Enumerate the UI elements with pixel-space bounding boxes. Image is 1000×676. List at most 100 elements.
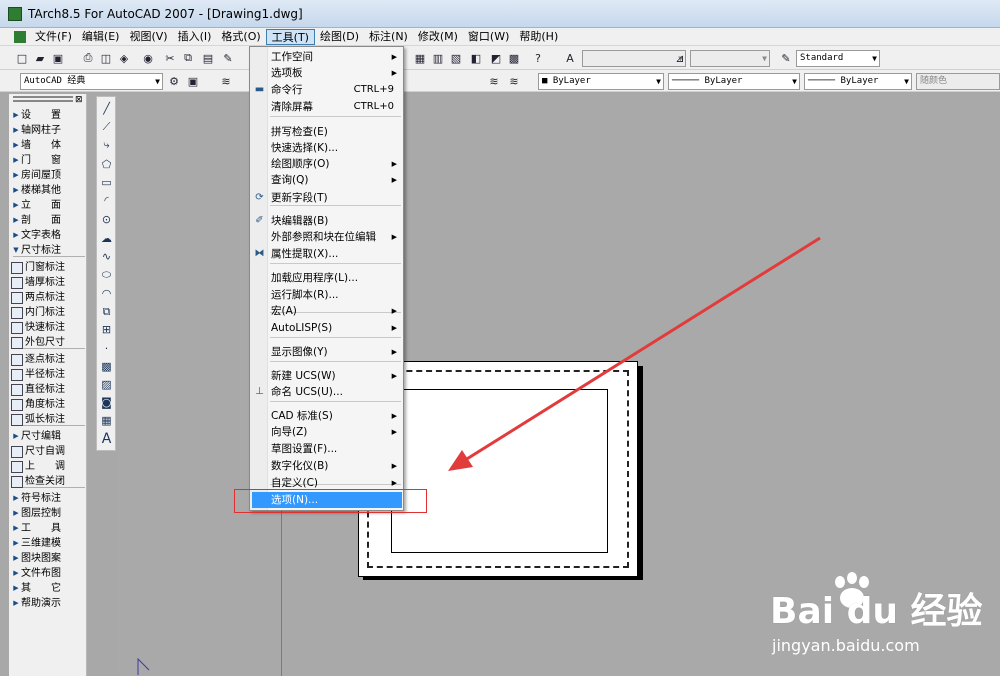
copy-icon[interactable]: ⧉	[180, 50, 196, 66]
tarch-menu-item[interactable]: 上 调	[11, 459, 87, 474]
lineweight-combo[interactable]: ───── ByLayer ▼	[804, 73, 912, 90]
tarch-menu-item[interactable]: 角度标注	[11, 397, 87, 412]
tools-menu-item[interactable]: ▬ 命令行 CTRL+9	[252, 82, 402, 98]
markup-icon[interactable]: ◩	[488, 50, 504, 66]
tarch-menu-item[interactable]: 门窗标注	[11, 260, 87, 275]
ellipse-icon[interactable]: ⬭	[99, 267, 114, 282]
table-icon[interactable]: ▦	[99, 413, 114, 428]
tarch-menu-item[interactable]: 尺寸自调	[11, 444, 87, 459]
match-properties-icon[interactable]: ✎	[220, 50, 236, 66]
rectangle-icon[interactable]: ▭	[99, 175, 114, 190]
panel-grip[interactable]	[13, 96, 73, 102]
tools-menu-item[interactable]: 宏(A) ▶	[252, 303, 402, 319]
menu-draw[interactable]: 绘图(D)	[315, 29, 364, 45]
workspace-save-icon[interactable]: ▣	[185, 73, 201, 89]
tarch-menu-item[interactable]: 内门标注	[11, 305, 87, 320]
tarch-menu-item[interactable]: 直径标注	[11, 382, 87, 397]
tools-menu-item[interactable]: 选项板 ▶	[252, 65, 402, 81]
tarch-menu-item[interactable]: ▶ 文字表格	[11, 228, 87, 243]
menu-window[interactable]: 窗口(W)	[463, 29, 514, 45]
workspace-combo[interactable]: AutoCAD 经典 ▼	[20, 73, 163, 90]
tarch-menu-item[interactable]: ▶ 楼梯其他	[11, 183, 87, 198]
tools-menu-item[interactable]: 清除屏幕 CTRL+0	[252, 99, 402, 115]
ellipse-arc-icon[interactable]: ◠	[99, 286, 114, 301]
table-style-icon[interactable]: ✎	[778, 50, 794, 66]
color-combo[interactable]: ■ ByLayer ▼	[538, 73, 664, 90]
tools-menu-item[interactable]: 数字化仪(B) ▶	[252, 458, 402, 474]
menu-insert[interactable]: 插入(I)	[173, 29, 217, 45]
close-icon[interactable]: ⊠	[75, 95, 83, 105]
tarch-menu-item[interactable]: ▶ 文件布图	[11, 566, 87, 581]
tarch-menu-item[interactable]: ▶ 墙 体	[11, 138, 87, 153]
point-icon[interactable]: ·	[99, 341, 114, 356]
open-icon[interactable]: ▰	[32, 50, 48, 66]
tools-menu-item[interactable]: ⊥ 命名 UCS(U)...	[252, 384, 402, 400]
workspace-settings-icon[interactable]: ⚙	[166, 73, 182, 89]
paste-icon[interactable]: ▤	[200, 50, 216, 66]
spline-icon[interactable]: ∿	[99, 249, 114, 264]
layer-manager-icon[interactable]: ≋	[218, 73, 234, 89]
menu-view[interactable]: 视图(V)	[124, 29, 172, 45]
design-center-icon[interactable]: ▥	[430, 50, 446, 66]
sheet-set-icon[interactable]: ◧	[468, 50, 484, 66]
linetype-combo[interactable]: ───── ByLayer ▼	[668, 73, 800, 90]
tools-menu-item[interactable]: ⟳ 更新字段(T)	[252, 190, 402, 206]
tarch-menu-item[interactable]: ▶ 房间屋顶	[11, 168, 87, 183]
tools-menu-item[interactable]: 向导(Z) ▶	[252, 424, 402, 440]
tools-menu-item[interactable]: 绘图顺序(O) ▶	[252, 156, 402, 172]
tools-menu-item[interactable]: 快速选择(K)...	[252, 140, 402, 156]
tools-menu-item[interactable]: 工作空间 ▶	[252, 49, 402, 65]
table-style-combo[interactable]: Standard ▼	[796, 50, 880, 67]
tarch-menu-item[interactable]: ▶ 尺寸编辑	[11, 429, 87, 444]
tarch-menu-item[interactable]: 快速标注	[11, 320, 87, 335]
tarch-menu-item[interactable]: ▶ 设 置	[11, 108, 87, 123]
tarch-menu-item[interactable]: 墙厚标注	[11, 275, 87, 290]
menu-file[interactable]: 文件(F)	[30, 29, 77, 45]
text-style-combo[interactable]: ▼	[582, 50, 686, 67]
tarch-menu-item[interactable]: ▶ 符号标注	[11, 491, 87, 506]
multiline-text-icon[interactable]: A	[99, 431, 114, 447]
dim-style-combo[interactable]: ▼	[690, 50, 770, 67]
plot-style-combo[interactable]: 随颜色	[916, 73, 1000, 90]
hatch-icon[interactable]: ▩	[99, 359, 114, 374]
tarch-menu-item[interactable]: 弧长标注	[11, 412, 87, 427]
tarch-menu-item[interactable]: ▶ 其 它	[11, 581, 87, 596]
app-icon[interactable]	[8, 6, 22, 21]
tarch-menu-item[interactable]: 两点标注	[11, 290, 87, 305]
polygon-icon[interactable]: ⬠	[99, 157, 114, 172]
revision-cloud-icon[interactable]: ☁	[99, 231, 114, 246]
make-layer-current-icon[interactable]: ≋	[486, 73, 502, 89]
plot-icon[interactable]: ◉	[140, 50, 156, 66]
construction-line-icon[interactable]: ⟋	[99, 119, 114, 134]
tools-menu-item[interactable]: 显示图像(Y) ▶	[252, 344, 402, 360]
tarch-menu-item[interactable]: ▼ 尺寸标注	[11, 243, 87, 258]
tarch-menu-item[interactable]: ▶ 剖 面	[11, 213, 87, 228]
polyline-icon[interactable]: ⤷	[99, 137, 114, 152]
tool-palettes-icon[interactable]: ▧	[448, 50, 464, 66]
tools-menu-item[interactable]: 加载应用程序(L)...	[252, 270, 402, 286]
tarch-menu-item[interactable]: ▶ 门 窗	[11, 153, 87, 168]
tarch-menu-item[interactable]: ▶ 轴网柱子	[11, 123, 87, 138]
layer-previous-icon[interactable]: ≋	[506, 73, 522, 89]
tools-menu-item[interactable]: CAD 标准(S) ▶	[252, 408, 402, 424]
tarch-menu-item[interactable]: ▶ 图块图案	[11, 551, 87, 566]
properties-icon[interactable]: ▦	[412, 50, 428, 66]
line-icon[interactable]: ╱	[99, 101, 114, 116]
tarch-menu-item[interactable]: 外包尺寸	[11, 335, 87, 350]
tools-menu-item[interactable]: AutoLISP(S) ▶	[252, 320, 402, 336]
preview-icon[interactable]: ◫	[98, 50, 114, 66]
make-block-icon[interactable]: ⊞	[99, 322, 114, 337]
menu-dimension[interactable]: 标注(N)	[364, 29, 413, 45]
calculator-icon[interactable]: ▩	[506, 50, 522, 66]
help-icon[interactable]: ?	[530, 50, 546, 66]
tools-menu-item[interactable]: 新建 UCS(W) ▶	[252, 368, 402, 384]
gradient-icon[interactable]: ▨	[99, 377, 114, 392]
menu-tools[interactable]: 工具(T)	[265, 28, 315, 45]
publish-icon[interactable]: ◈	[116, 50, 132, 66]
tools-menu-item[interactable]: 拼写检查(E)	[252, 124, 402, 140]
tarch-menu-item[interactable]: 检查关闭	[11, 474, 87, 489]
tarch-menu-item[interactable]: 半径标注	[11, 367, 87, 382]
insert-block-icon[interactable]: ⧉	[99, 304, 114, 319]
dim-style-icon[interactable]: ⊿	[672, 50, 688, 66]
document-icon[interactable]	[14, 30, 26, 43]
